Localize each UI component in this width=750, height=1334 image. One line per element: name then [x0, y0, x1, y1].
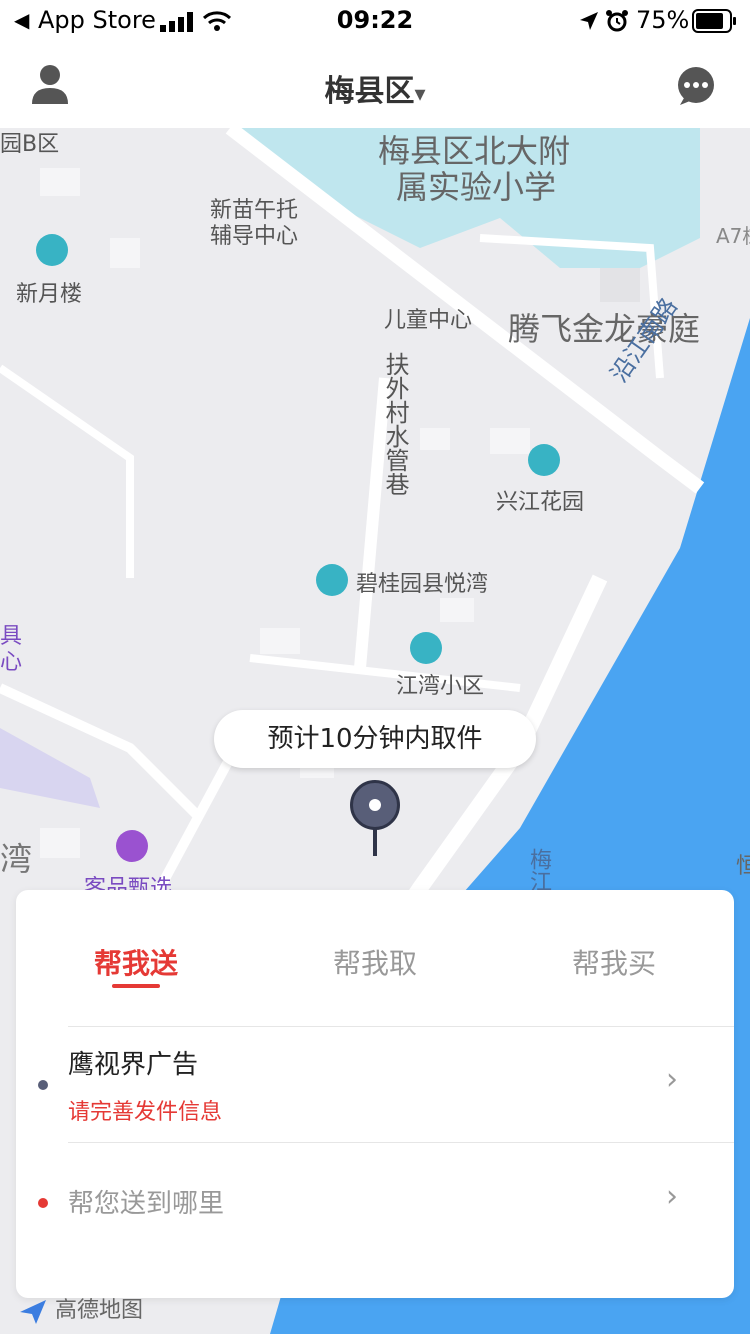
message-icon[interactable]	[676, 66, 716, 106]
chevron-right-icon: ›	[666, 1179, 678, 1214]
map-label: 湾	[0, 840, 33, 878]
tab-pickup[interactable]: 帮我取	[295, 942, 455, 982]
battery-icon	[692, 9, 736, 33]
map-label: A7栋	[716, 224, 750, 248]
destination-dot-icon	[38, 1198, 48, 1208]
map-label: 江湾小区	[396, 674, 485, 699]
location-pin-stem	[373, 828, 377, 856]
map-label: 新月楼	[16, 282, 83, 307]
destination-placeholder: 帮您送到哪里	[68, 1189, 225, 1219]
map-label: 恒	[736, 854, 750, 879]
alarm-icon	[606, 10, 628, 32]
chevron-down-icon: ▾	[414, 82, 426, 107]
poi-marker-icon[interactable]	[316, 564, 348, 596]
map-provider-logo: 高德地图	[18, 1292, 143, 1324]
location-pin-dot	[369, 799, 381, 811]
location-arrow-icon	[580, 12, 598, 30]
map-provider-name: 高德地图	[55, 1298, 144, 1323]
map-label: 儿童中心	[384, 308, 473, 333]
sender-dot-icon	[38, 1080, 48, 1090]
map-label: 碧桂园县悦湾	[356, 572, 489, 597]
map-label: 心	[0, 650, 23, 675]
district-name: 梅县区	[324, 74, 415, 109]
map-label: 扶外村水管巷	[381, 352, 409, 496]
pickup-eta-bubble: 预计10分钟内取件	[214, 710, 536, 768]
poi-marker-icon[interactable]	[410, 632, 442, 664]
delivery-panel: 帮我送 帮我取 帮我买 鹰视界广告 请完善发件信息 › 帮您送到哪里 ›	[16, 890, 734, 1298]
map-label: 园B区	[0, 132, 60, 157]
sender-hint: 请完善发件信息	[68, 1100, 223, 1125]
sender-row[interactable]: 鹰视界广告 请完善发件信息 ›	[16, 1026, 734, 1142]
status-bar: ◀ App Store 09:22 75%	[0, 0, 750, 44]
active-tab-indicator	[112, 984, 160, 988]
map-label: 属实验小学	[396, 168, 557, 206]
tab-buy[interactable]: 帮我买	[534, 942, 694, 982]
poi-marker-icon[interactable]	[36, 234, 68, 266]
district-selector[interactable]: 梅县区▾	[0, 66, 750, 110]
map-label: 兴江花园	[496, 490, 585, 515]
map-label: 辅导中心	[210, 224, 299, 249]
shopping-cart-icon[interactable]	[116, 830, 148, 862]
sender-name: 鹰视界广告	[68, 1050, 199, 1080]
top-nav-bar: 梅县区▾	[0, 44, 750, 128]
destination-row[interactable]: 帮您送到哪里 ›	[16, 1143, 734, 1259]
battery-percent: 75%	[636, 6, 690, 34]
map-label: 梅江	[526, 848, 551, 892]
tab-send[interactable]: 帮我送	[56, 942, 216, 982]
poi-marker-icon[interactable]	[528, 444, 560, 476]
chevron-right-icon: ›	[666, 1062, 678, 1097]
amap-arrow-icon	[20, 1300, 46, 1324]
